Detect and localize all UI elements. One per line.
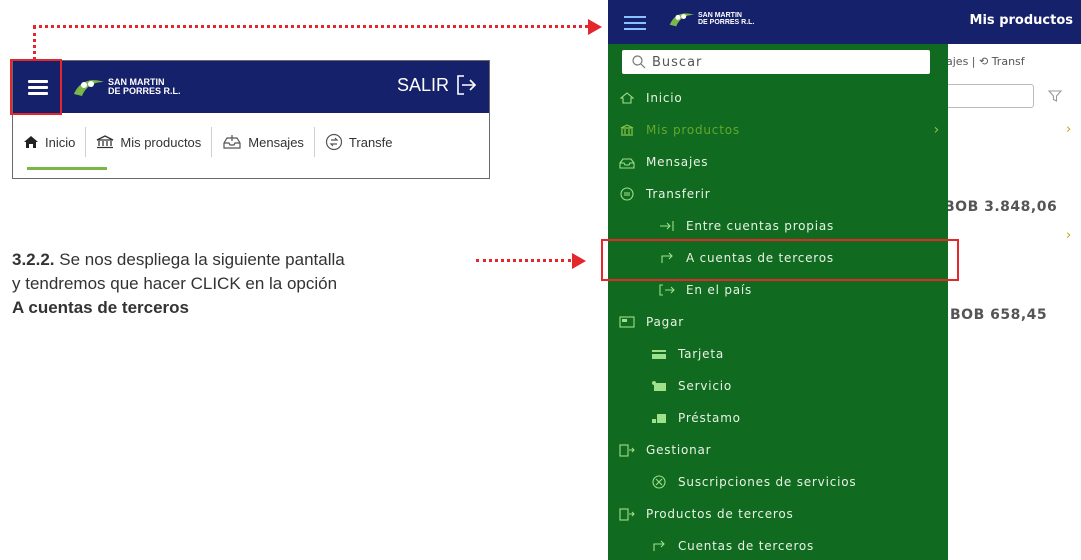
tab-label: Transfe bbox=[348, 134, 393, 150]
menu-item-label: Tarjeta bbox=[678, 347, 725, 361]
connector-arrow-icon bbox=[588, 19, 602, 35]
instruction-text: 3.2.2. Se nos despliega la siguiente pan… bbox=[12, 248, 472, 320]
connector-horizontal bbox=[33, 25, 588, 28]
chevron-right-icon: › bbox=[1066, 122, 1072, 137]
menu-item-transferir[interactable]: Transferir bbox=[608, 179, 948, 209]
tab-transferir[interactable]: Transfe bbox=[315, 127, 403, 157]
exit-button[interactable]: SALIR bbox=[397, 74, 477, 96]
tab-mensajes[interactable]: Mensajes bbox=[212, 127, 315, 157]
filter-icon bbox=[1048, 90, 1062, 102]
transfer-icon bbox=[618, 187, 636, 201]
exit-arrow-icon bbox=[658, 283, 676, 297]
active-tab-indicator bbox=[27, 167, 107, 170]
menu-item-mis-productos[interactable]: Mis productos › bbox=[608, 115, 948, 145]
background-filter-input bbox=[946, 84, 1034, 108]
menu-item-label: Cuentas de terceros bbox=[678, 539, 815, 553]
menu-item-label: Inicio bbox=[646, 91, 683, 105]
connector-step-arrow-icon bbox=[572, 253, 586, 269]
step-number: 3.2.2. bbox=[12, 250, 55, 269]
hamburger-menu-icon[interactable] bbox=[624, 16, 646, 34]
exit-icon bbox=[457, 75, 477, 95]
menu-item-label: Gestionar bbox=[646, 443, 712, 457]
instruction-line2: y tendremos que hacer CLICK en la opción bbox=[12, 274, 338, 293]
transfer-icon bbox=[325, 133, 343, 151]
menu-item-label: Productos de terceros bbox=[646, 507, 794, 521]
background-tabs: ajes | ⟲ Transf bbox=[946, 55, 1025, 68]
menu-item-servicio[interactable]: Servicio bbox=[608, 371, 948, 401]
inbox-icon bbox=[223, 135, 241, 149]
forward-icon bbox=[650, 539, 668, 553]
home-icon bbox=[24, 136, 38, 148]
menu-item-label: Mensajes bbox=[646, 155, 709, 169]
tab-label: Inicio bbox=[45, 134, 76, 150]
menu-item-pagar[interactable]: Pagar bbox=[608, 307, 948, 337]
side-menu-drawer: Buscar Inicio Mis productos › Mensajes T… bbox=[608, 44, 948, 560]
tab-inicio[interactable]: Inicio bbox=[13, 127, 87, 157]
menu-item-mensajes[interactable]: Mensajes bbox=[608, 147, 948, 177]
menu-item-productos-de-terceros[interactable]: Productos de terceros bbox=[608, 499, 948, 529]
connector-step bbox=[476, 259, 571, 262]
third-products-icon bbox=[618, 507, 636, 521]
tab-bar: Inicio Mis productos Mensajes Transfe bbox=[13, 113, 489, 171]
exit-label: SALIR bbox=[396, 74, 449, 95]
menu-item-inicio[interactable]: Inicio bbox=[608, 83, 948, 113]
menu-item-label: Préstamo bbox=[678, 411, 741, 425]
menu-item-prestamo[interactable]: Préstamo bbox=[608, 403, 948, 433]
chevron-right-icon: › bbox=[933, 122, 940, 138]
menu-item-label: Entre cuentas propias bbox=[686, 219, 835, 233]
page-title: Mis productos bbox=[969, 13, 1073, 28]
header-bar: SAN MARTIN DE PORRES R.L. SALIR bbox=[13, 61, 489, 113]
header-snippet: SAN MARTIN DE PORRES R.L. SALIR Inicio Mi… bbox=[12, 60, 490, 179]
chevron-right-icon: › bbox=[1066, 228, 1072, 243]
option-highlight-box bbox=[601, 239, 959, 281]
manage-icon bbox=[618, 443, 636, 457]
hamburger-highlight-box bbox=[10, 59, 62, 115]
logo-line1: SAN MARTIN bbox=[698, 12, 742, 19]
menu-item-label: Servicio bbox=[678, 379, 733, 393]
menu-item-suscripciones[interactable]: Suscripciones de servicios bbox=[608, 467, 948, 497]
bank-icon bbox=[618, 123, 636, 137]
menu-item-label: Suscripciones de servicios bbox=[678, 475, 857, 489]
subscription-icon bbox=[650, 475, 668, 489]
search-placeholder: Buscar bbox=[652, 54, 703, 70]
menu-item-cuentas-de-terceros[interactable]: Cuentas de terceros bbox=[608, 531, 948, 560]
home-icon bbox=[618, 91, 636, 105]
logo-line2: DE PORRES R.L. bbox=[698, 19, 755, 26]
tab-mis-productos[interactable]: Mis productos bbox=[86, 127, 213, 157]
menu-item-label: Pagar bbox=[646, 315, 684, 329]
arrow-bar-icon bbox=[658, 219, 676, 233]
logo-mark-icon bbox=[669, 13, 695, 27]
tab-label: Mensajes bbox=[248, 134, 304, 150]
menu-item-label: Mis productos bbox=[646, 123, 740, 137]
loan-icon bbox=[650, 411, 668, 425]
instruction-line1: Se nos despliega la siguiente pantalla bbox=[59, 250, 345, 269]
background-amount-2: BOB 658,45 bbox=[950, 307, 1048, 323]
search-icon bbox=[632, 55, 646, 69]
menu-item-gestionar[interactable]: Gestionar bbox=[608, 435, 948, 465]
bank-logo: SAN MARTIN DE PORRES R.L. bbox=[668, 10, 754, 28]
logo-mark-icon bbox=[74, 80, 104, 96]
connector-vertical bbox=[33, 26, 36, 60]
inbox-icon bbox=[618, 155, 636, 169]
menu-item-label: Transferir bbox=[646, 187, 711, 201]
logo-line2: DE PORRES R.L. bbox=[108, 86, 181, 96]
bank-icon bbox=[97, 135, 114, 149]
card-icon bbox=[650, 347, 668, 361]
bank-logo: SAN MARTIN DE PORRES R.L. bbox=[72, 72, 181, 102]
service-icon bbox=[650, 379, 668, 393]
menu-item-tarjeta[interactable]: Tarjeta bbox=[608, 339, 948, 369]
tab-label: Mis productos bbox=[120, 134, 202, 150]
menu-item-entre-cuentas-propias[interactable]: Entre cuentas propias bbox=[608, 211, 948, 241]
phone-header: SAN MARTIN DE PORRES R.L. Mis productos bbox=[608, 0, 1081, 44]
pay-icon bbox=[618, 315, 636, 329]
menu-item-label: En el país bbox=[686, 283, 753, 297]
search-input[interactable]: Buscar bbox=[622, 50, 930, 74]
background-amount-1: BOB 3.848,06 bbox=[944, 199, 1058, 215]
instruction-option: A cuentas de terceros bbox=[12, 298, 189, 317]
